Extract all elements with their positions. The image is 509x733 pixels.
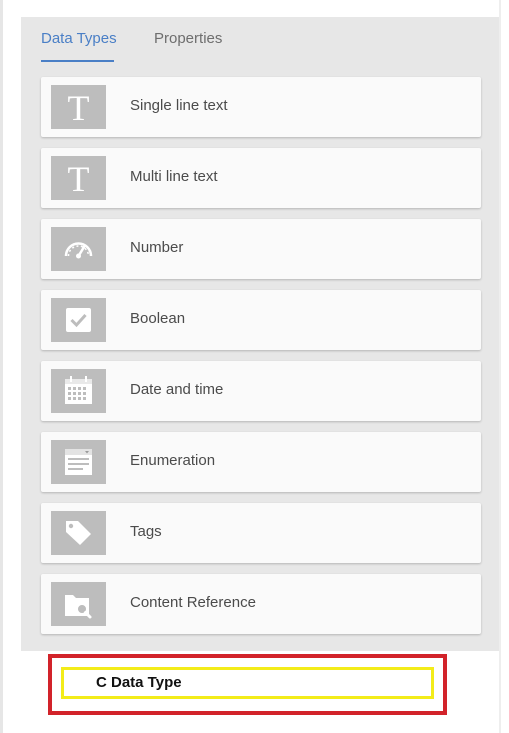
data-type-label: Multi line text: [130, 168, 218, 185]
data-types-panel: Data Types Properties T Single line text…: [21, 17, 499, 651]
right-divider: [499, 0, 501, 733]
text-t-icon: T: [51, 85, 106, 129]
calendar-icon: [51, 369, 106, 413]
data-type-label: Single line text: [130, 97, 228, 114]
data-type-label: Enumeration: [130, 452, 216, 469]
data-type-content-reference[interactable]: Content Reference: [41, 574, 481, 634]
data-type-number[interactable]: Number: [41, 219, 481, 279]
svg-text:T: T: [68, 159, 90, 199]
data-type-enumeration[interactable]: Enumeration: [41, 432, 481, 492]
annotation-label: C Data Type: [96, 674, 182, 691]
data-type-tags[interactable]: Tags: [41, 503, 481, 563]
data-type-label: Tags: [130, 523, 162, 540]
data-type-label: Content Reference: [130, 594, 256, 611]
left-divider: [0, 0, 3, 733]
checkbox-icon: [51, 298, 106, 342]
active-tab-indicator: [41, 60, 114, 62]
data-type-multi-line-text[interactable]: T Multi line text: [41, 148, 481, 208]
tab-data-types[interactable]: Data Types: [41, 30, 117, 47]
tag-icon: [51, 511, 106, 555]
annotation-red-highlight: C Data Type: [48, 654, 447, 715]
tab-properties[interactable]: Properties: [154, 30, 222, 47]
data-type-label: Date and time: [130, 381, 224, 398]
text-t-icon: T: [51, 156, 106, 200]
annotation-yellow-highlight: C Data Type: [61, 667, 434, 699]
svg-text:T: T: [68, 88, 90, 128]
data-type-label: Number: [130, 239, 184, 256]
folder-search-icon: [51, 582, 106, 626]
list-dropdown-icon: [51, 440, 106, 484]
data-type-boolean[interactable]: Boolean: [41, 290, 481, 350]
data-type-date-and-time[interactable]: Date and time: [41, 361, 481, 421]
gauge-icon: [51, 227, 106, 271]
data-type-single-line-text[interactable]: T Single line text: [41, 77, 481, 137]
data-type-label: Boolean: [130, 310, 186, 327]
